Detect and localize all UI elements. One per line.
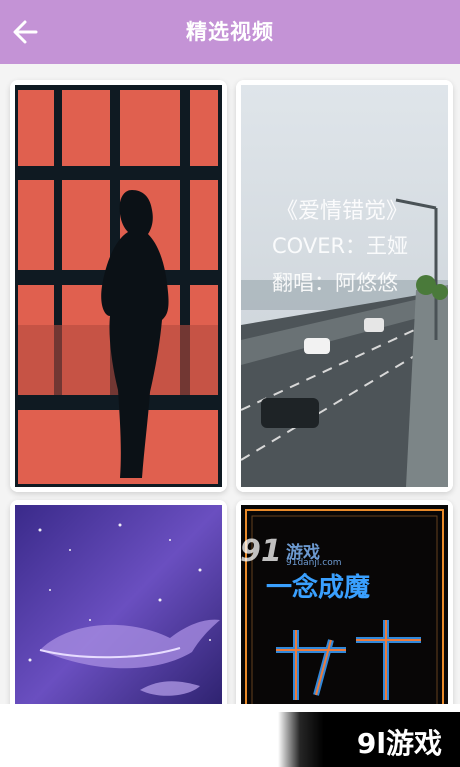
watermark-url: 91danji.com	[286, 558, 342, 568]
top-bar: 精选视频	[0, 0, 460, 64]
video-grid: 《爱情错觉》 COVER：王娅 翻唱：阿悠悠 一念成魔 91 游戏 91danj…	[0, 64, 460, 704]
video-thumbnail: 《爱情错觉》 COVER：王娅 翻唱：阿悠悠	[236, 80, 453, 492]
site-watermark: 91 游戏 91danji.com	[240, 534, 350, 574]
video-card-neon[interactable]: 一念成魔	[236, 500, 453, 704]
neon-text: 一念成魔	[266, 572, 370, 603]
caption-line-1: 《爱情错觉》	[276, 199, 408, 224]
video-thumbnail	[10, 500, 227, 704]
page-title: 精选视频	[186, 20, 274, 44]
corner-watermark: 9l游戏	[278, 712, 460, 767]
caption-line-3: 翻唱：阿悠悠	[272, 271, 398, 295]
video-card-highway[interactable]: 《爱情错觉》 COVER：王娅 翻唱：阿悠悠	[236, 80, 453, 492]
video-card-silhouette[interactable]	[10, 80, 227, 492]
video-thumbnail	[10, 80, 227, 492]
caption-line-2: COVER：王娅	[272, 234, 408, 258]
video-thumbnail: 一念成魔	[236, 500, 453, 704]
corner-watermark-text: 9l游戏	[356, 727, 442, 760]
watermark-number: 91	[240, 534, 282, 569]
video-card-galaxy-whale[interactable]	[10, 500, 227, 704]
screen: 精选视频 《爱情错觉》 COVER：王娅 翻唱：阿悠悠 一念成魔 91 游戏 9…	[0, 0, 460, 767]
